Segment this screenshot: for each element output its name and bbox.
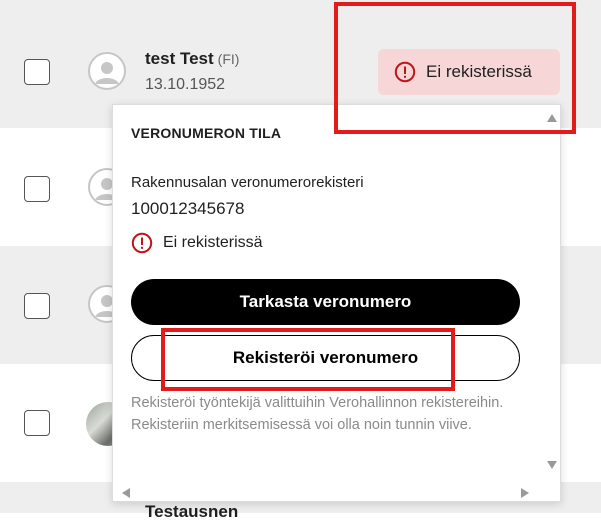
scroll-down-arrow-icon[interactable] [547, 461, 557, 469]
register-name: Rakennusalan veronumerorekisteri [131, 174, 364, 191]
highlight-box [334, 2, 576, 134]
person-name: test Test (FI) [145, 49, 239, 69]
tax-number: 100012345678 [131, 199, 245, 218]
horizontal-scrollbar[interactable] [113, 485, 560, 501]
row-checkbox[interactable] [24, 176, 50, 202]
highlight-box [161, 328, 455, 391]
row-checkbox[interactable] [24, 293, 50, 319]
row-checkbox[interactable] [24, 410, 50, 436]
person-name: Testausnen [145, 502, 239, 521]
person-name-text: test Test [145, 49, 214, 68]
person-birthdate: 13.10.1952 [145, 76, 226, 93]
check-tax-number-button[interactable]: Tarkasta veronumero [131, 279, 520, 325]
popup-title: VERONUMERON TILA [131, 125, 282, 141]
tax-number-status-popup: VERONUMERON TILA Rakennusalan veronumero… [112, 104, 561, 502]
row-checkbox[interactable] [24, 59, 50, 85]
scroll-right-arrow-icon[interactable] [521, 488, 529, 498]
avatar [88, 52, 126, 90]
user-placeholder-icon [95, 62, 119, 84]
vertical-scrollbar[interactable] [544, 105, 560, 501]
country-code: (FI) [217, 51, 240, 67]
help-text: Rekisteröi työntekijä valittuihin Veroha… [131, 395, 504, 433]
register-status: Ei rekisterissä [131, 232, 263, 254]
alert-circle-icon [131, 232, 153, 254]
register-status-label: Ei rekisterissä [163, 234, 263, 251]
scroll-left-arrow-icon[interactable] [122, 488, 130, 498]
